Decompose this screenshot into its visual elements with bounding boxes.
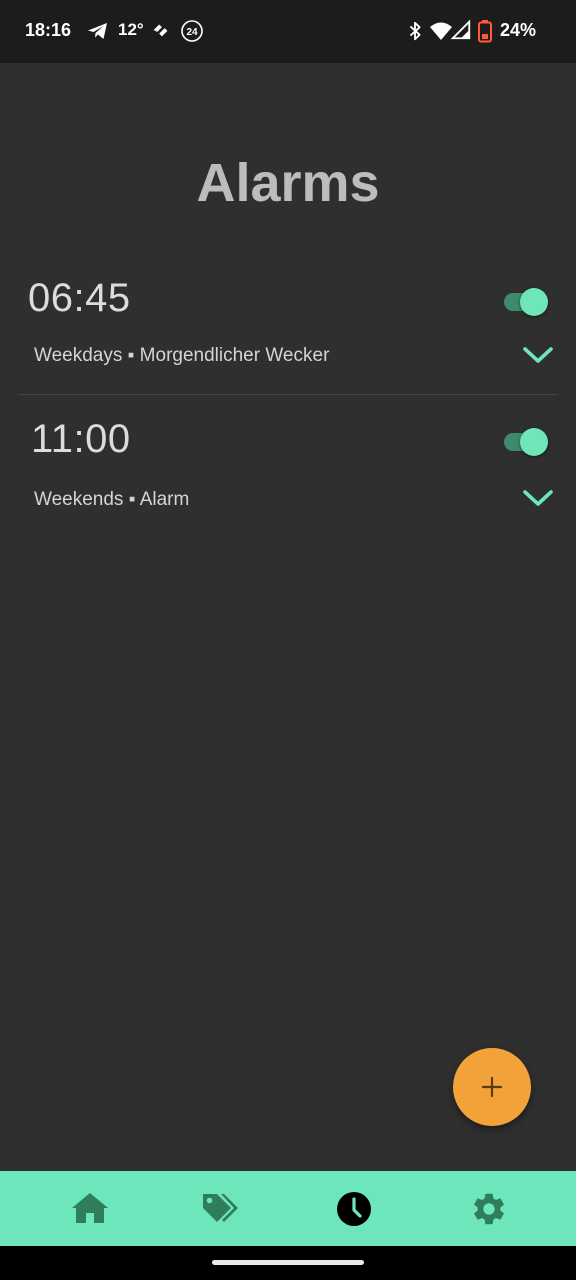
alarm-label: Alarm bbox=[139, 489, 190, 510]
news24-badge: 24 bbox=[186, 27, 198, 38]
gesture-bar bbox=[0, 1246, 576, 1280]
alarm-time[interactable]: 11:00 bbox=[31, 417, 131, 462]
status-bar: 18:16 12° 24 24% bbox=[0, 0, 576, 63]
clock-icon bbox=[337, 1192, 371, 1226]
home-icon bbox=[72, 1193, 108, 1223]
alarm-toggle[interactable] bbox=[504, 424, 550, 456]
bluetooth-icon bbox=[404, 19, 428, 43]
battery-percentage: 24% bbox=[499, 20, 536, 40]
alarm-separator: ▪ bbox=[127, 345, 135, 366]
alarm-days: Weekdays bbox=[34, 345, 123, 366]
tags-icon bbox=[203, 1194, 238, 1222]
toggle-thumb bbox=[520, 288, 548, 316]
nav-alarms[interactable] bbox=[283, 1171, 427, 1246]
alarm-item[interactable]: 11:00 Weekends ▪ Alarm bbox=[0, 403, 576, 543]
status-temperature: 12° bbox=[118, 20, 144, 39]
telegram-icon bbox=[86, 19, 110, 43]
alarm-toggle[interactable] bbox=[504, 284, 550, 316]
chevron-down-icon[interactable] bbox=[521, 342, 555, 368]
gear-icon bbox=[474, 1193, 504, 1225]
nav-home[interactable] bbox=[18, 1171, 162, 1246]
status-time: 18:16 bbox=[25, 20, 72, 40]
alarm-divider bbox=[18, 394, 558, 395]
battery-low-icon bbox=[476, 19, 500, 43]
nav-tags[interactable] bbox=[148, 1171, 292, 1246]
alarm-time[interactable]: 06:45 bbox=[28, 276, 131, 321]
alarm-separator: ▪ bbox=[128, 489, 136, 510]
alarm-days: Weekends bbox=[34, 489, 124, 510]
alarm-item[interactable]: 06:45 Weekdays ▪ Morgendlicher Wecker bbox=[0, 262, 576, 402]
toggle-thumb bbox=[520, 428, 548, 456]
alarm-details: Weekends ▪ Alarm bbox=[34, 489, 189, 511]
alarm-label: Morgendlicher Wecker bbox=[139, 345, 330, 366]
bottom-nav bbox=[0, 1171, 576, 1246]
page-title: Alarms bbox=[196, 153, 380, 213]
chevron-down-icon[interactable] bbox=[521, 485, 555, 511]
plus-icon bbox=[481, 1076, 503, 1098]
home-gesture-handle[interactable] bbox=[212, 1260, 364, 1265]
signal-icon bbox=[450, 19, 474, 43]
alarm-details: Weekdays ▪ Morgendlicher Wecker bbox=[34, 345, 329, 367]
news24-icon: 24 bbox=[180, 19, 204, 43]
weather-app-icon bbox=[150, 19, 174, 43]
add-alarm-button[interactable] bbox=[453, 1048, 531, 1126]
nav-settings[interactable] bbox=[418, 1171, 562, 1246]
